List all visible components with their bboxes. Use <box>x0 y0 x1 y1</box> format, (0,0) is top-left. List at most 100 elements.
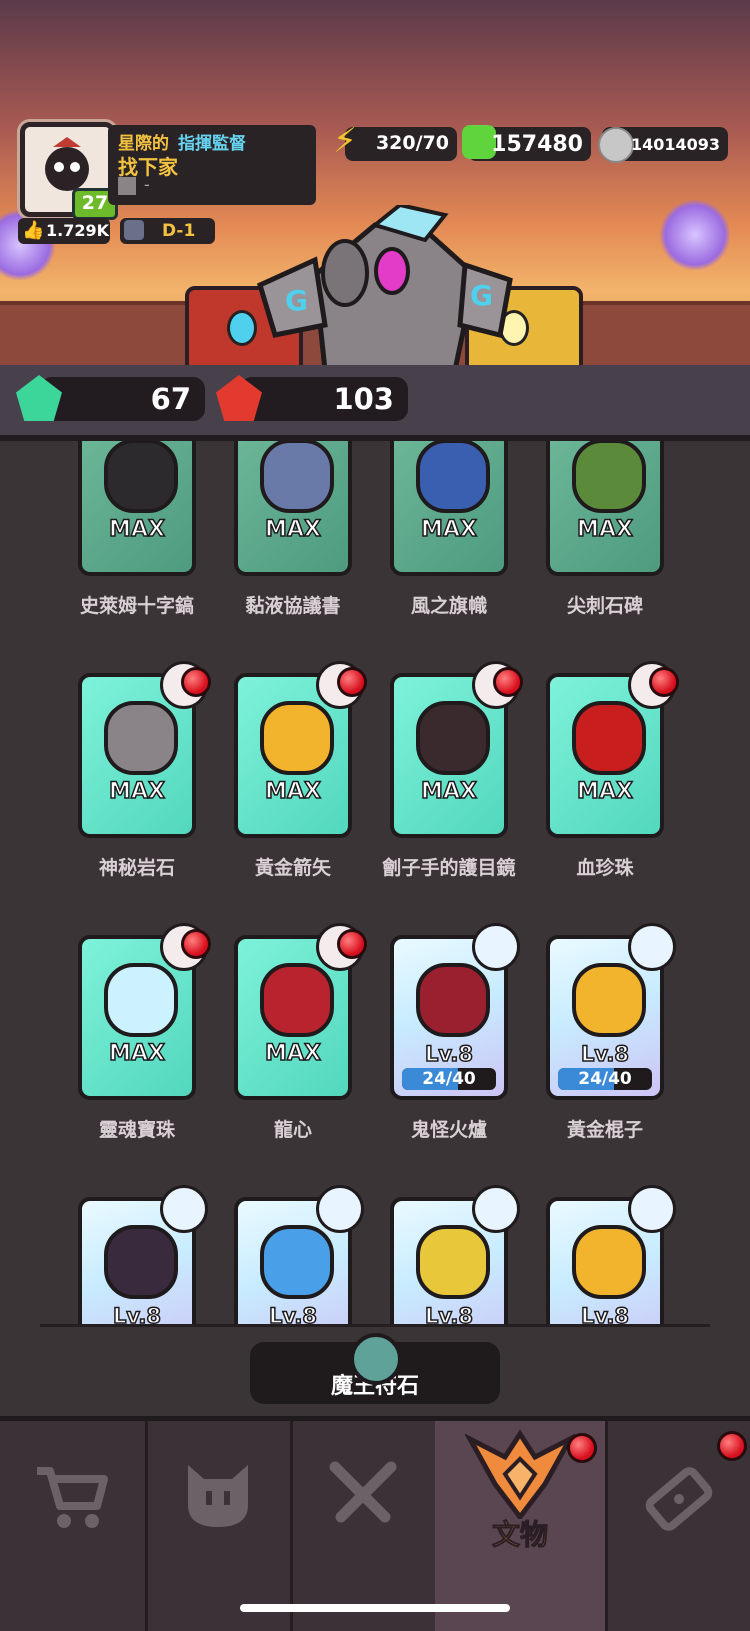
max-label: MAX <box>108 1040 165 1067</box>
relic-icon <box>260 441 334 513</box>
max-label: MAX <box>264 1040 321 1067</box>
title-role: 指揮監督 <box>178 134 246 154</box>
hero-portrait-badge <box>160 1185 208 1233</box>
tab-relics[interactable]: 文物 <box>435 1421 608 1631</box>
hero-portrait-badge <box>472 1185 520 1233</box>
max-label: MAX <box>264 516 321 543</box>
relic-progress-text: 24/40 <box>422 1069 476 1089</box>
svg-text:G: G <box>285 284 308 317</box>
rune-stone-icon <box>350 1333 402 1385</box>
relic-emblem-icon <box>465 1429 575 1519</box>
relic-name: 血珍珠 <box>576 857 634 879</box>
relic-icon <box>260 701 334 775</box>
gem-resource[interactable]: 157480 <box>462 125 591 161</box>
silver-resource[interactable]: 14014093 <box>598 127 728 163</box>
notification-dot <box>649 667 679 697</box>
lightning-icon: ⚡ <box>333 121 357 161</box>
relic-name: 黏液協議書 <box>245 595 341 617</box>
notification-dot <box>181 929 211 959</box>
relic-name: 神秘岩石 <box>98 857 175 879</box>
guild-name: - <box>144 175 150 194</box>
red-stone-counter: 103 <box>240 377 408 421</box>
relic-icon <box>104 701 178 775</box>
relic-card[interactable]: MAX <box>546 441 664 576</box>
red-stone-value: 103 <box>333 382 394 416</box>
level-label: Lv.8 <box>580 1041 629 1067</box>
max-label: MAX <box>264 778 321 805</box>
relic-progress-text: 24/40 <box>578 1069 632 1089</box>
relic-name: 龍心 <box>273 1119 312 1141</box>
max-label: MAX <box>576 778 633 805</box>
tab-shop[interactable] <box>0 1421 148 1631</box>
energy-value: 320/70 <box>375 132 449 154</box>
green-stone-value: 67 <box>150 382 191 416</box>
likes-value: 1.729K <box>46 221 110 240</box>
stone-golem-boss: G G <box>256 205 513 365</box>
notification-dot <box>181 667 211 697</box>
max-label: MAX <box>420 778 477 805</box>
likes-counter[interactable]: 👍 1.729K <box>18 218 110 244</box>
hero-portrait-badge <box>628 923 676 971</box>
hero-portrait-badge <box>628 1185 676 1233</box>
relic-icon <box>416 441 490 513</box>
max-label: MAX <box>576 516 633 543</box>
relic-icon <box>572 1225 646 1299</box>
relic-icon <box>104 963 178 1037</box>
right-torch-flame <box>660 200 730 270</box>
tab-battle[interactable] <box>290 1421 438 1631</box>
relic-progress-bar: 24/40 <box>402 1068 496 1090</box>
tab-pass[interactable] <box>605 1421 750 1631</box>
level-label: Lv.8 <box>580 1303 629 1326</box>
relic-name: 鬼怪火爐 <box>410 1119 487 1141</box>
level-label: Lv.8 <box>424 1303 473 1326</box>
crossed-swords-icon <box>329 1461 397 1523</box>
silver-coin-icon <box>598 127 634 163</box>
tab-pets[interactable] <box>145 1421 293 1631</box>
guild-flag-icon <box>118 177 136 195</box>
creature-face-icon <box>188 1465 248 1527</box>
level-label: Lv.8 <box>112 1303 161 1326</box>
max-label: MAX <box>108 516 165 543</box>
tab-relics-label: 文物 <box>491 1518 548 1552</box>
energy-resource[interactable]: ⚡ 320/70 <box>333 121 457 161</box>
thumbs-up-icon: 👍 <box>22 220 45 241</box>
hero-portrait-badge <box>472 923 520 971</box>
bottom-tab-bar: 文物 <box>0 1416 750 1631</box>
relic-grid[interactable]: MAX 史萊姆十字鎬 MAX 黏液協議書 MAX 風之旗幟 MAX 尖刺石碑 MAX 神秘岩石 MA… <box>0 441 750 1326</box>
level-label: Lv.8 <box>268 1303 317 1326</box>
player-name-panel[interactable]: 星際的 指揮監督 找下家 - <box>108 125 316 205</box>
gem-value: 157480 <box>491 132 583 157</box>
notification-dot <box>337 929 367 959</box>
rank-badge[interactable]: D-1 <box>120 218 215 244</box>
relic-name: 史萊姆十字鎬 <box>79 595 194 617</box>
ticket-icon <box>645 1467 713 1531</box>
relic-name: 劊子手的護目鏡 <box>382 857 516 879</box>
relic-icon <box>260 1225 334 1299</box>
svg-text:G: G <box>470 279 493 312</box>
home-indicator[interactable] <box>240 1604 510 1612</box>
relic-icon <box>416 701 490 775</box>
relic-icon <box>104 1225 178 1299</box>
relic-icon <box>104 441 178 513</box>
notification-dot <box>567 1433 597 1463</box>
relic-icon <box>572 701 646 775</box>
relic-card[interactable]: MAX <box>390 441 508 576</box>
silver-value: 14014093 <box>630 135 720 154</box>
relic-icon <box>416 963 490 1037</box>
relic-name: 黃金箭矢 <box>254 857 331 879</box>
max-label: MAX <box>420 516 477 543</box>
notification-dot <box>493 667 523 697</box>
rank-shield-icon <box>124 220 144 240</box>
level-label: Lv.8 <box>424 1041 473 1067</box>
grid-divider <box>40 1324 710 1327</box>
relic-icon <box>572 963 646 1037</box>
green-stone-counter: 67 <box>40 377 205 421</box>
relic-progress-bar: 24/40 <box>558 1068 652 1090</box>
relic-name: 靈魂寶珠 <box>98 1119 175 1141</box>
relic-icon <box>260 963 334 1037</box>
rank-value: D-1 <box>162 221 196 241</box>
relic-card[interactable]: MAX <box>234 441 352 576</box>
relic-name: 黃金棍子 <box>566 1119 643 1141</box>
relic-card[interactable]: MAX <box>78 441 196 576</box>
relic-icon <box>572 441 646 513</box>
